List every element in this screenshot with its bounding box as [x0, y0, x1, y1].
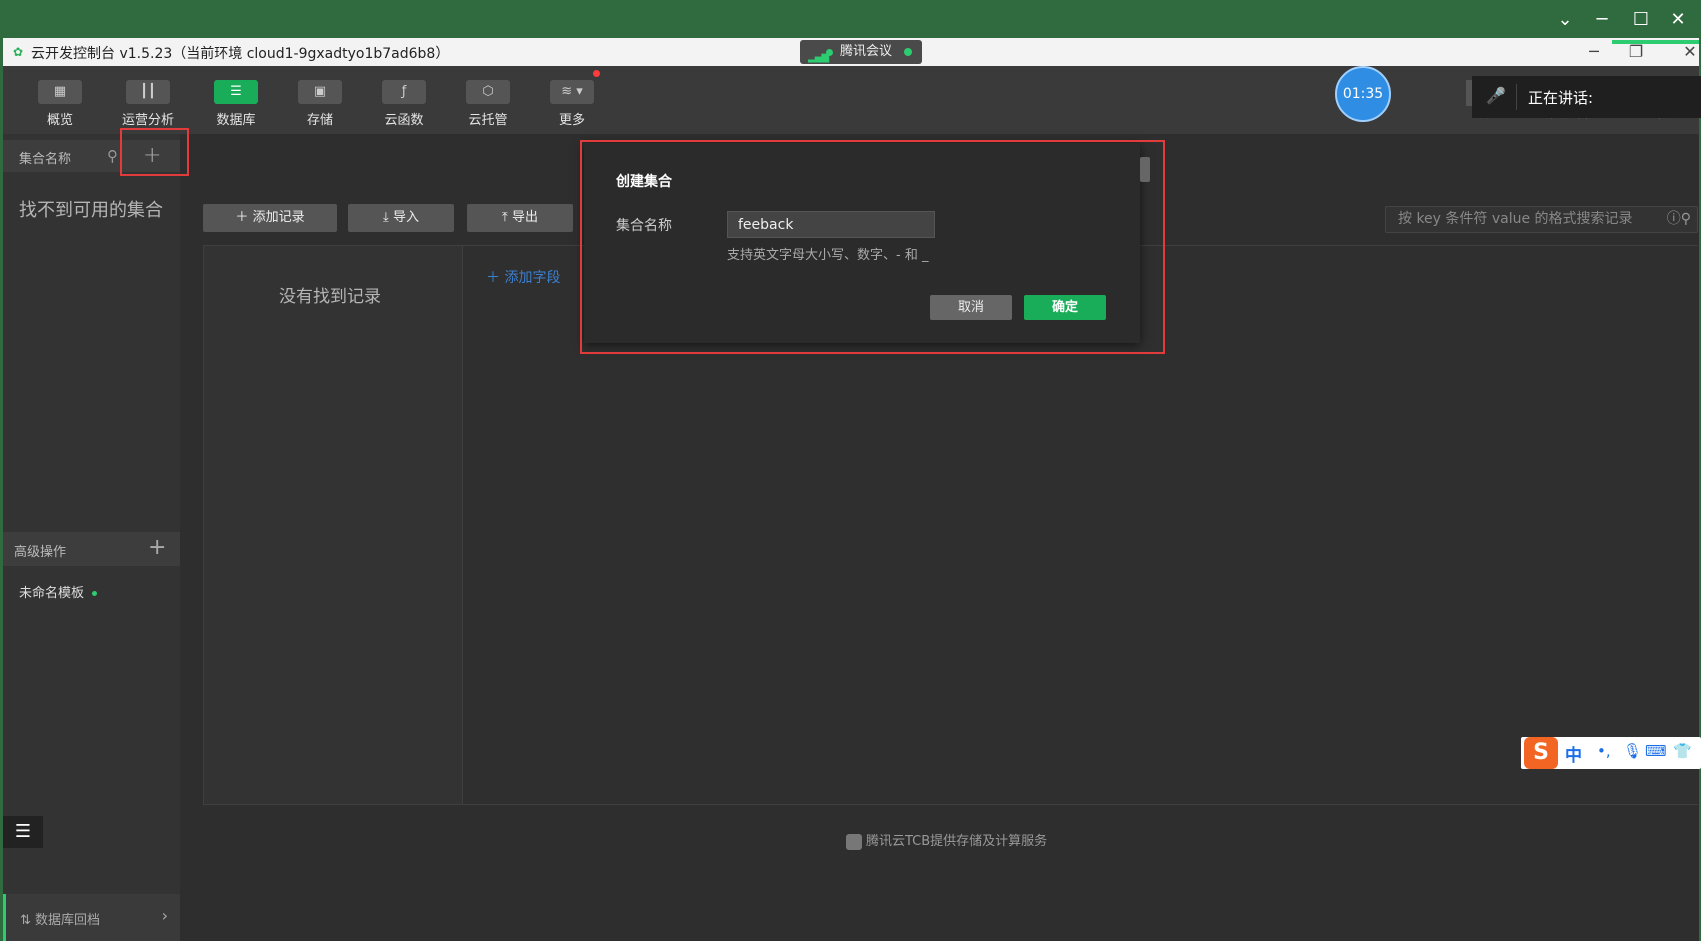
layers-icon: ≋ ▾	[550, 80, 594, 104]
tool-label: 更多	[558, 113, 585, 128]
status-dot	[826, 49, 833, 56]
minimize-icon[interactable]: ─	[1590, 8, 1614, 32]
database-icon: ☰	[214, 80, 258, 104]
tool-label: 数据库	[216, 113, 256, 128]
app-restore-icon[interactable]: ❐	[1625, 42, 1647, 61]
tool-label: 云托管	[468, 113, 508, 128]
tool-storage[interactable]: ▣ 存储	[283, 66, 353, 134]
search-placeholder: 按 key 条件符 value 的格式搜索记录	[1398, 211, 1633, 227]
box-icon: ⬡	[466, 80, 510, 104]
shield-icon	[904, 48, 912, 56]
search-icon[interactable]: ⓘ⚲	[1667, 207, 1691, 232]
highlight-add-collection	[120, 128, 189, 176]
no-records-text: 没有找到记录	[279, 287, 381, 307]
meeting-share-bar: ⌄ ─ ☐ ✕	[0, 0, 1701, 38]
sogou-logo-icon[interactable]: S	[1524, 737, 1558, 769]
record-search-input[interactable]: 按 key 条件符 value 的格式搜索记录 ⓘ⚲	[1385, 206, 1698, 233]
rollback-label: ⇅ 数据库回档	[20, 913, 101, 928]
template-item[interactable]: 未命名模板	[19, 582, 98, 601]
bar-chart-icon: ┃┃	[126, 80, 170, 104]
import-button[interactable]: ⤓ 导入	[348, 204, 454, 232]
advanced-header-label: 高级操作	[14, 545, 67, 560]
ime-toolbar: S 中 •, 🎙 ⌨ 👕	[1521, 737, 1701, 769]
mic-muted-icon[interactable]: 🎤	[1486, 86, 1506, 106]
tool-cloud-hosting[interactable]: ⬡ 云托管	[451, 66, 521, 134]
dashboard-icon: ▦	[38, 80, 82, 104]
storage-icon: ▣	[298, 80, 342, 104]
close-icon[interactable]: ✕	[1666, 8, 1690, 32]
toolbar: ▦ 概览 ┃┃ 运营分析 ☰ 数据库 ▣ 存储 ƒ 云函数 ⬡ 云托管 ≋ ▾ …	[3, 66, 1699, 134]
collection-header-label: 集合名称	[19, 152, 72, 167]
speaking-label: 正在讲话:	[1528, 89, 1594, 107]
advanced-header: 高级操作 +	[3, 532, 180, 566]
tool-database[interactable]: ☰ 数据库	[199, 66, 269, 134]
footer-text: 腾讯云TCB提供存储及计算服务	[866, 834, 1048, 849]
tcb-logo-icon	[846, 833, 862, 850]
speaking-indicator: 🎤 正在讲话:	[1472, 76, 1701, 118]
sidebar: 集合名称 ⚲ + 找不到可用的集合 高级操作 + 未命名模板 ☰ ⇅ 数据库回档…	[3, 134, 180, 941]
tool-overview[interactable]: ▦ 概览	[23, 66, 93, 134]
skin-icon[interactable]: 👕	[1673, 742, 1692, 760]
app-minimize-icon[interactable]: ─	[1583, 42, 1605, 61]
meeting-label: 腾讯会议	[840, 44, 893, 59]
empty-collections-text: 找不到可用的集合	[19, 200, 163, 221]
template-label: 未命名模板	[19, 586, 85, 601]
punctuation-icon[interactable]: •,	[1597, 742, 1611, 760]
tool-more[interactable]: ≋ ▾ 更多	[535, 66, 605, 134]
maximize-icon[interactable]: ☐	[1629, 8, 1653, 32]
list-icon[interactable]: ☰	[3, 816, 43, 848]
window-title: 云开发控制台 v1.5.23（当前环境 cloud1-9gxadtyo1b7ad…	[31, 46, 450, 62]
tool-functions[interactable]: ƒ 云函数	[367, 66, 437, 134]
add-advanced-button[interactable]: +	[148, 535, 166, 560]
highlight-dialog	[580, 140, 1165, 354]
tool-label: 存储	[306, 113, 333, 128]
microphone-icon[interactable]: 🎙	[1623, 742, 1642, 760]
tool-analytics[interactable]: ┃┃ 运营分析	[111, 66, 181, 134]
chevron-down-icon[interactable]: ⌄	[1553, 8, 1577, 32]
status-dot	[92, 591, 98, 596]
chevron-right-icon: ›	[161, 906, 168, 925]
divider	[1516, 84, 1517, 110]
records-list-panel: 没有找到记录	[203, 245, 463, 805]
database-rollback[interactable]: ⇅ 数据库回档 ›	[3, 894, 180, 941]
function-icon: ƒ	[382, 80, 426, 104]
search-icon[interactable]: ⚲	[107, 147, 118, 165]
meeting-timer: 01:35	[1335, 66, 1391, 122]
accent-line	[1612, 40, 1699, 44]
footer: 腾讯云TCB提供存储及计算服务	[846, 830, 1047, 850]
tool-label: 运营分析	[121, 113, 174, 128]
keyboard-icon[interactable]: ⌨	[1645, 742, 1667, 760]
tool-label: 云函数	[384, 113, 424, 128]
add-field-link[interactable]: ＋ 添加字段	[486, 267, 560, 287]
app-logo-icon: ✿	[13, 45, 24, 59]
app-close-icon[interactable]: ✕	[1679, 42, 1701, 61]
notification-dot	[593, 70, 600, 77]
tool-label: 概览	[46, 113, 73, 128]
meeting-indicator[interactable]: ▂▄▆ 腾讯会议	[800, 40, 922, 64]
ime-lang[interactable]: 中	[1565, 741, 1582, 766]
add-record-button[interactable]: ＋ 添加记录	[203, 204, 337, 232]
export-button[interactable]: ⤒ 导出	[467, 204, 573, 232]
